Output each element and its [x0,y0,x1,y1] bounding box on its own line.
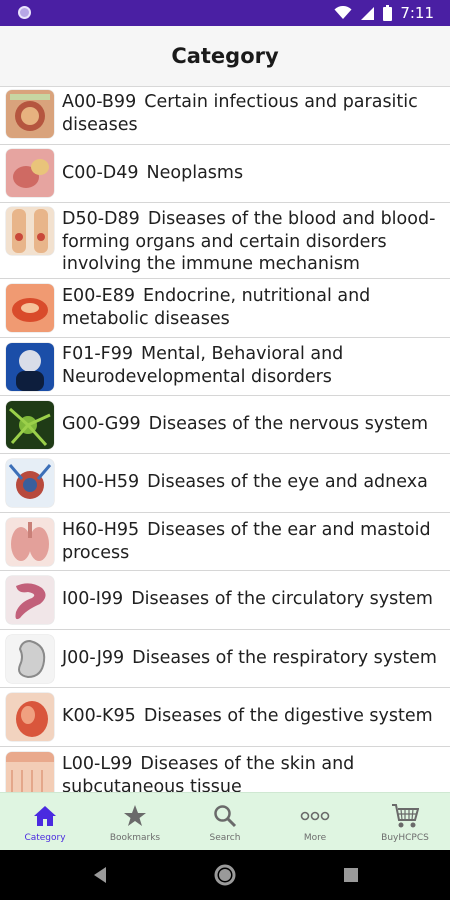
category-code: C00-D49 [62,163,139,183]
status-icons: 7:11 [334,4,434,22]
search-icon [213,803,237,829]
battery-icon [383,5,393,21]
recents-square-icon[interactable] [343,867,359,883]
category-code: I00-I99 [62,589,124,609]
category-code: J00-J99 [62,648,125,668]
category-code: F01-F99 [62,344,133,364]
home-icon [33,803,57,829]
nav-bookmarks[interactable]: Bookmarks [90,793,180,851]
digestive-thumbnail [6,693,54,741]
endocrine-thumbnail [6,284,54,332]
list-item[interactable]: A00-B99 Certain infectious and parasitic … [0,86,450,145]
nav-more-label: More [303,833,327,843]
list-item[interactable]: K00-K95 Diseases of the digestive system [0,688,450,747]
notification-dot-icon [18,6,31,19]
nav-more[interactable]: More [270,793,360,851]
category-name: Diseases of the digestive system [143,706,433,726]
respiratory-thumbnail [6,635,54,683]
status-bar: 7:11 [0,0,450,26]
list-item[interactable]: E00-E89 Endocrine, nutritional and metabo… [0,279,450,338]
nav-bookmarks-label: Bookmarks [109,833,161,843]
circulatory-thumbnail [6,576,54,624]
list-item[interactable]: J00-J99 Diseases of the respiratory syste… [0,630,450,688]
eye-thumbnail [6,459,54,507]
infection-thumbnail [6,90,54,138]
cart-icon [391,803,419,829]
list-item[interactable]: H00-H59 Diseases of the eye and adnexa [0,454,450,513]
nav-category[interactable]: Category [0,793,90,851]
list-item[interactable]: D50-D89 Diseases of the blood and blood-f… [0,203,450,279]
category-code: D50-D89 [62,209,140,229]
wifi-icon [334,6,352,19]
nav-buy-label: BuyHCPCS [381,833,429,843]
nav-category-label: Category [24,833,66,843]
category-code: A00-B99 [62,92,137,112]
page-title: Category [171,44,279,68]
list-item[interactable]: F01-F99 Mental, Behavioral and Neurodevel… [0,338,450,396]
system-navigation-bar [0,850,450,900]
category-name: Diseases of the respiratory system [132,648,437,668]
skin-thumbnail [6,752,54,792]
blood-thumbnail [6,207,54,255]
category-list: A00-B99 Certain infectious and parasitic … [0,86,450,792]
ear-lungs-thumbnail [6,518,54,566]
category-name: Diseases of the nervous system [148,414,429,434]
nav-search-label: Search [209,833,241,843]
list-item[interactable]: G00-G99 Diseases of the nervous system [0,396,450,454]
category-name: Diseases of the eye and adnexa [147,472,428,492]
category-code: H00-H59 [62,472,140,492]
nervous-thumbnail [6,401,54,449]
app-bar: Category [0,26,450,87]
neoplasm-thumbnail [6,149,54,197]
list-item[interactable]: I00-I99 Diseases of the circulatory syste… [0,571,450,630]
mental-thumbnail [6,343,54,391]
signal-icon [361,6,375,20]
category-code: H60-H95 [62,520,140,540]
category-code: G00-G99 [62,414,141,434]
category-code: L00-L99 [62,754,133,774]
category-code: E00-E89 [62,286,135,306]
bottom-navigation: Category Bookmarks Search More BuyHCPCS [0,792,450,851]
back-icon[interactable] [92,865,108,885]
list-item[interactable]: C00-D49 Neoplasms [0,145,450,203]
star-icon [123,803,147,829]
more-dots-icon [300,803,330,829]
list-item[interactable]: L00-L99 Diseases of the skin and subcutan… [0,747,450,792]
home-circle-icon[interactable] [213,863,237,887]
category-code: K00-K95 [62,706,136,726]
list-item[interactable]: H60-H95 Diseases of the ear and mastoid p… [0,513,450,571]
category-name: Diseases of the circulatory system [131,589,433,609]
status-time: 7:11 [400,4,434,22]
nav-search[interactable]: Search [180,793,270,851]
category-name: Neoplasms [146,163,244,183]
nav-buy[interactable]: BuyHCPCS [360,793,450,851]
